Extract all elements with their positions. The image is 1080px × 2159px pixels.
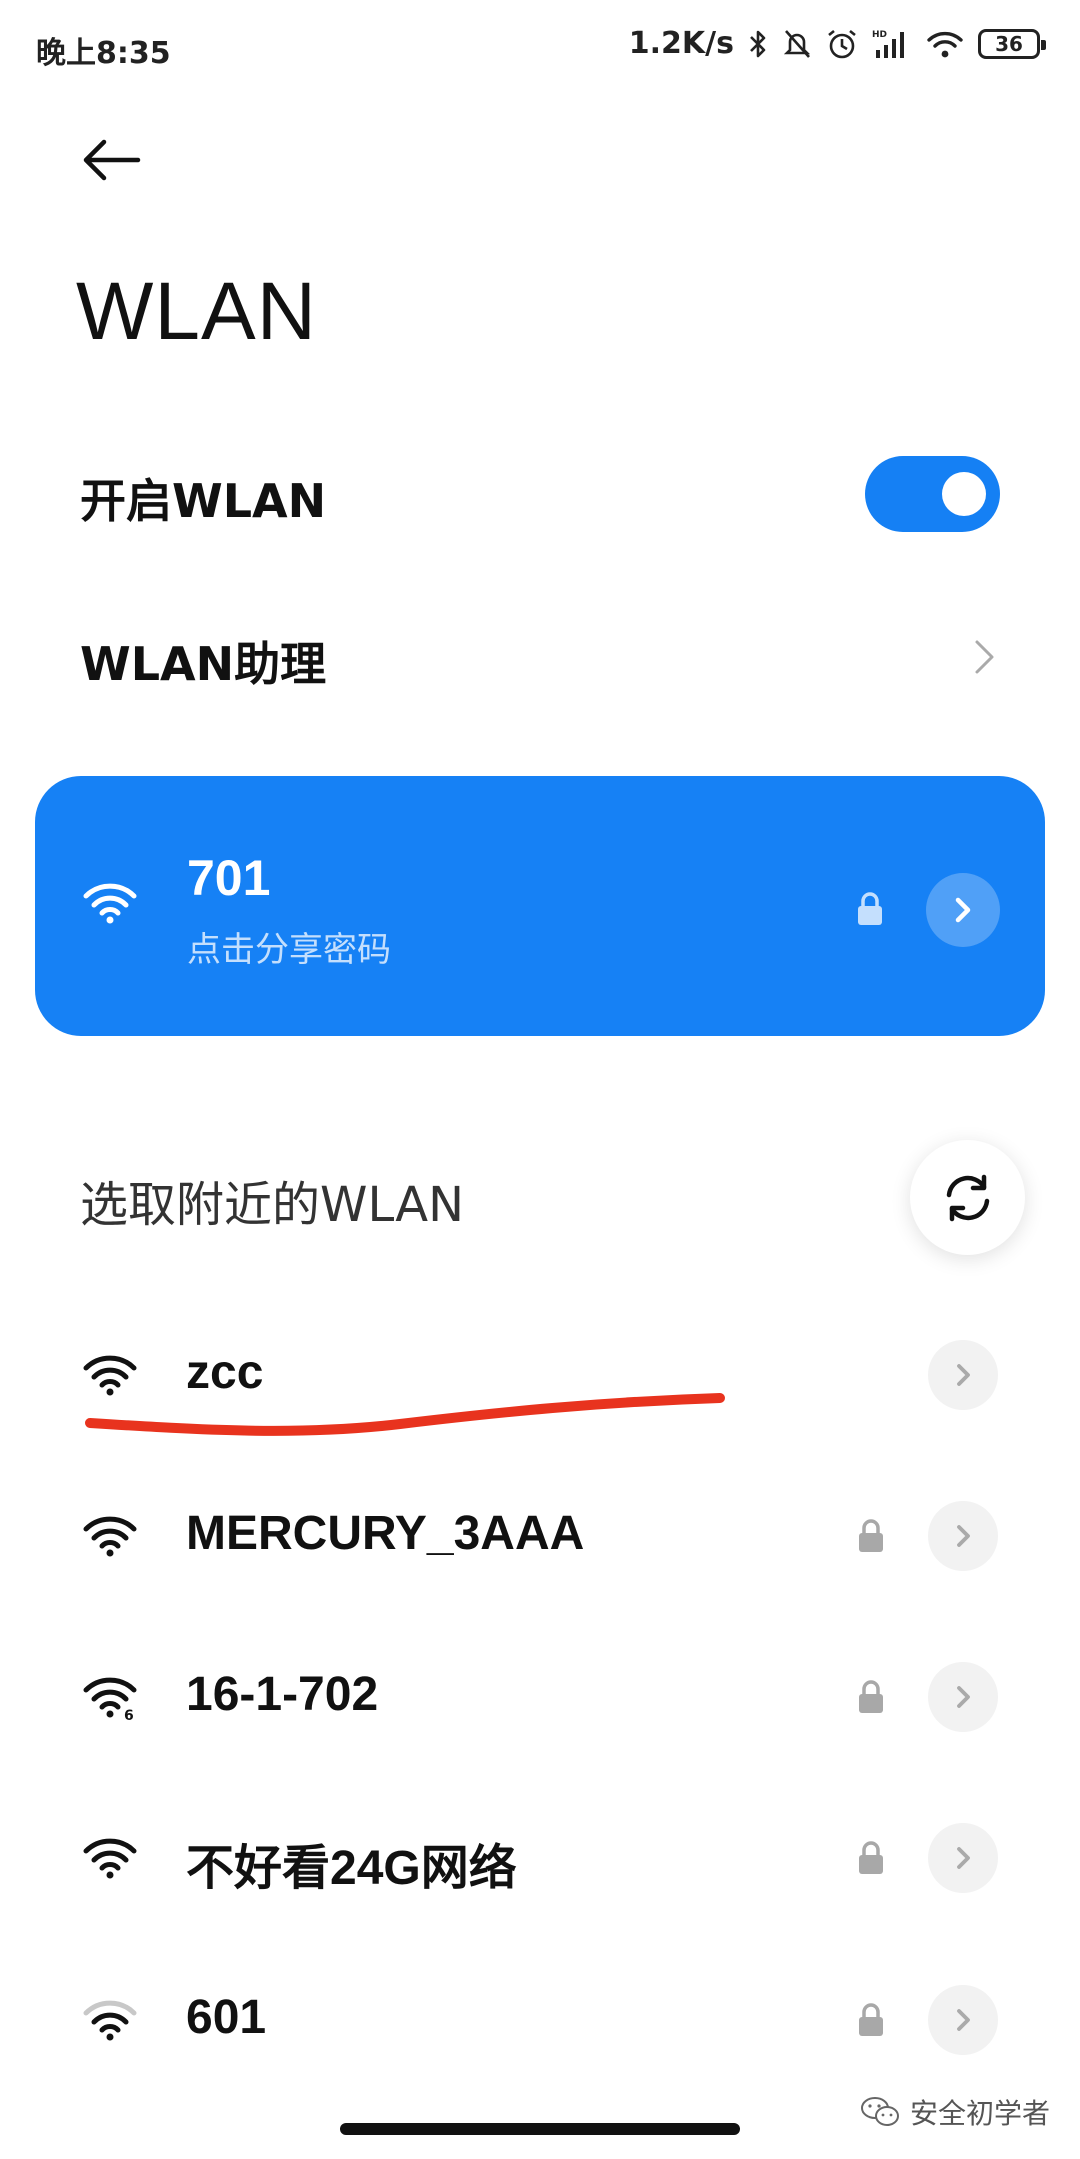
status-icons: 1.2K/s HD 36: [628, 26, 1046, 61]
network-tag: HD: [872, 30, 887, 40]
connected-network-card[interactable]: 701 点击分享密码: [35, 776, 1045, 1036]
battery-level: 36: [995, 31, 1023, 56]
network-row[interactable]: 6 16-1-702: [0, 1637, 1080, 1757]
lock-icon: [859, 1519, 883, 1552]
wlan-toggle[interactable]: [865, 456, 1000, 532]
network-row[interactable]: 601: [0, 1960, 1080, 2080]
status-time: 晚上8:35: [36, 36, 171, 71]
home-indicator[interactable]: [340, 2123, 740, 2135]
wifi-status-icon: [926, 29, 964, 59]
toggle-knob: [942, 472, 986, 516]
network-row[interactable]: MERCURY_3AAA: [0, 1476, 1080, 1596]
network-ssid: 601: [186, 1991, 267, 2044]
wifi-signal-icon: [83, 1838, 137, 1879]
enable-wlan-label: 开启WLAN: [80, 474, 327, 528]
network-row[interactable]: 不好看24G网络: [0, 1798, 1080, 1918]
watermark: 安全初学者: [860, 2092, 1050, 2132]
wifi-weak-signal-icon: [83, 2000, 137, 2041]
chevron-right-icon: [972, 637, 998, 677]
chevron-right-icon: [957, 1364, 970, 1386]
wlan-assistant-label: WLAN助理: [80, 637, 327, 691]
page-title: WLAN: [76, 266, 317, 357]
refresh-button[interactable]: [910, 1140, 1025, 1255]
connected-ssid: 701: [187, 850, 271, 906]
network-speed: 1.2K/s: [628, 26, 734, 61]
network-details-button[interactable]: [928, 1985, 998, 2055]
bluetooth-icon: [748, 28, 768, 60]
chevron-right-icon: [957, 1525, 970, 1547]
network-details-button[interactable]: [928, 1501, 998, 1571]
network-details-button[interactable]: [928, 1662, 998, 1732]
chevron-right-icon: [955, 897, 971, 923]
alarm-icon: [826, 28, 858, 60]
network-details-button[interactable]: [928, 1340, 998, 1410]
back-arrow-icon: [83, 139, 141, 181]
network-ssid: 不好看24G网络: [186, 1842, 517, 1895]
wifi-signal-icon: [83, 883, 137, 924]
red-underline-annotation: [85, 1393, 725, 1436]
battery-icon: 36: [978, 28, 1046, 59]
wifi6-badge: 6: [124, 1708, 134, 1721]
wifi-signal-icon: [83, 1516, 137, 1557]
chevron-right-icon: [957, 1686, 970, 1708]
share-password-hint: 点击分享密码: [187, 930, 391, 970]
network-details-button[interactable]: [926, 873, 1000, 947]
lock-icon: [859, 1841, 883, 1874]
network-details-button[interactable]: [928, 1823, 998, 1893]
refresh-icon: [946, 1174, 989, 1221]
lock-icon: [858, 892, 882, 925]
chevron-right-icon: [957, 1847, 970, 1869]
cellular-signal-icon: HD: [872, 28, 912, 60]
wechat-icon: [860, 2097, 899, 2126]
lock-icon: [859, 2003, 883, 2036]
network-ssid: 16-1-702: [186, 1668, 379, 1721]
nearby-networks-title: 选取附近的WLAN: [80, 1177, 465, 1233]
lock-icon: [859, 1680, 883, 1713]
wifi6-signal-icon: 6: [83, 1677, 137, 1721]
watermark-text: 安全初学者: [909, 2097, 1050, 2130]
network-ssid: MERCURY_3AAA: [186, 1507, 585, 1560]
wlan-assistant-row[interactable]: WLAN助理: [80, 628, 1000, 691]
chevron-right-icon: [957, 2009, 970, 2031]
mute-bell-icon: [782, 28, 812, 60]
back-button[interactable]: [78, 130, 148, 190]
